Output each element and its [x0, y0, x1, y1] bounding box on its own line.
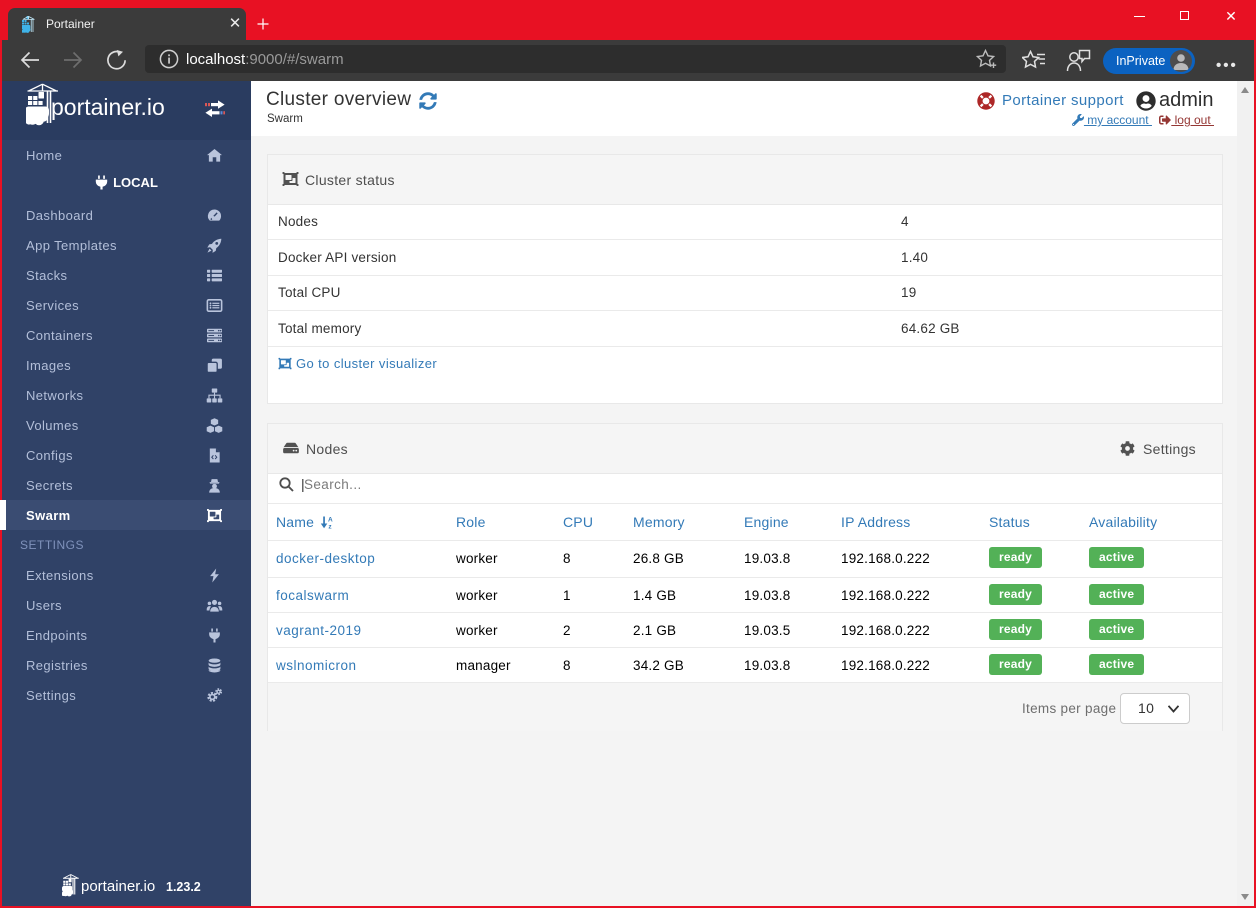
svg-text:z: z [329, 524, 333, 530]
svg-text:A: A [328, 517, 333, 524]
